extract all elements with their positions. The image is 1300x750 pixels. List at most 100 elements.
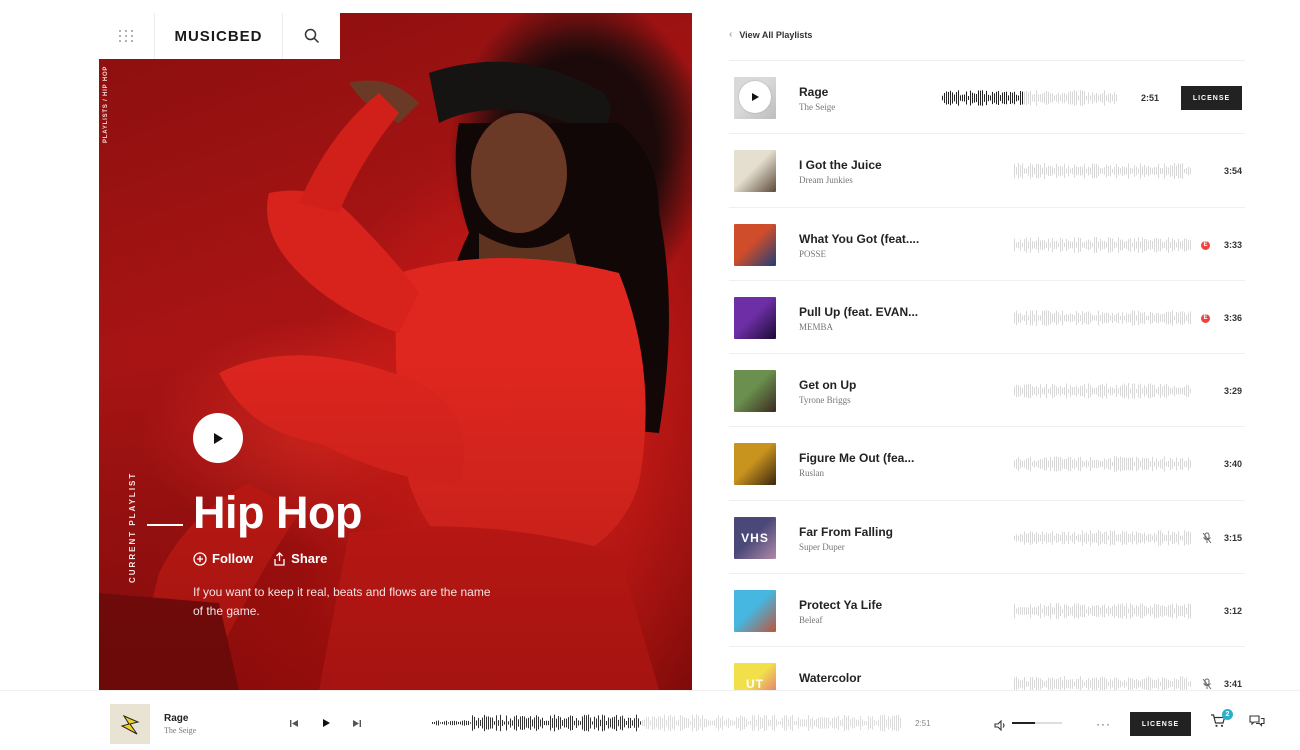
now-playing-title[interactable]: Rage (164, 713, 188, 724)
track-row[interactable]: Pull Up (feat. EVAN... MEMBA E 3:36 (729, 281, 1245, 355)
track-artist[interactable]: Beleaf (799, 615, 822, 625)
track-duration: 3:12 (1223, 606, 1242, 617)
play-icon (751, 93, 759, 101)
track-artist[interactable]: Ruslan (799, 468, 824, 478)
next-button[interactable] (350, 717, 364, 729)
track-art[interactable] (734, 77, 776, 119)
track-waveform[interactable] (1014, 381, 1192, 401)
view-all-playlists-link[interactable]: ‹ View All Playlists (729, 29, 812, 40)
track-art-text: UT (746, 677, 764, 690)
license-button[interactable]: LICENSE (1181, 86, 1242, 110)
play-button[interactable] (319, 717, 333, 729)
playlist-description: If you want to keep it real, beats and f… (193, 585, 491, 618)
play-icon (214, 432, 223, 444)
skip-back-icon (290, 719, 298, 727)
track-row[interactable]: UT Watercolor 3:41 (729, 647, 1245, 690)
track-waveform[interactable] (1014, 601, 1192, 621)
track-artist[interactable]: Dream Junkies (799, 175, 853, 185)
now-playing-artist[interactable]: The Seige (164, 726, 196, 735)
playlist-play-button[interactable] (193, 413, 243, 463)
track-art[interactable] (734, 590, 776, 633)
play-icon (322, 719, 330, 727)
volume-icon (994, 719, 1005, 732)
track-waveform[interactable] (1014, 674, 1192, 690)
track-duration: 3:36 (1223, 312, 1242, 323)
follow-label: Follow (212, 551, 254, 566)
track-art[interactable] (734, 443, 776, 486)
track-waveform[interactable] (942, 88, 1118, 108)
player-license-button[interactable]: LICENSE (1130, 712, 1191, 736)
volume-button[interactable] (994, 718, 1007, 736)
player-time: 2:51 (915, 719, 931, 728)
track-artist[interactable]: Tyrone Briggs (799, 395, 851, 405)
more-options-button[interactable]: ··· (1096, 717, 1111, 731)
track-duration: 3:41 (1223, 679, 1242, 690)
track-duration: 3:40 (1223, 459, 1242, 470)
track-artist[interactable]: The Seige (799, 102, 835, 112)
share-button[interactable]: Share (273, 551, 327, 566)
cart-count-badge: 2 (1222, 709, 1233, 720)
volume-slider[interactable] (1012, 722, 1062, 724)
track-list: Rage The Seige 2:51 LICENSE I Got the Juice D… (729, 61, 1245, 690)
logo[interactable]: MUSICBED (155, 13, 283, 59)
track-title[interactable]: Get on Up (799, 378, 856, 392)
track-row[interactable]: Figure Me Out (fea... Ruslan 3:40 (729, 427, 1245, 501)
share-label: Share (291, 551, 328, 566)
chat-icon (1249, 715, 1265, 727)
chevron-left-icon: ‹ (729, 29, 733, 40)
track-duration: 3:29 (1223, 386, 1242, 397)
follow-button[interactable]: Follow (193, 551, 253, 566)
track-play-button[interactable] (739, 81, 771, 113)
track-waveform[interactable] (1014, 161, 1192, 181)
vocals-off-icon (1202, 677, 1212, 690)
breadcrumb[interactable]: PLAYLISTS / HIP HOP (103, 66, 109, 143)
explicit-badge: E (1201, 313, 1210, 323)
track-title[interactable]: Rage (799, 85, 828, 99)
track-title[interactable]: I Got the Juice (799, 158, 882, 172)
track-title[interactable]: Protect Ya Life (799, 598, 882, 612)
track-art[interactable]: VHS (734, 516, 776, 559)
track-duration: 3:15 (1223, 532, 1242, 543)
track-artist[interactable]: Super Duper (799, 542, 845, 552)
track-row[interactable]: What You Got (feat.... POSSE E 3:33 (729, 208, 1245, 281)
app-root: PLAYLISTS / HIP HOP CURRENT PLAYLIST Hip… (0, 0, 1300, 750)
player-bar: Rage The Seige 2:51 ··· LICENSE 2 (0, 690, 1300, 750)
track-row[interactable]: Protect Ya Life Beleaf 3:12 (729, 574, 1245, 648)
explicit-badge: E (1201, 240, 1210, 250)
playlist-title: Hip Hop (193, 487, 362, 538)
track-art[interactable] (734, 150, 776, 193)
share-icon (274, 551, 285, 566)
track-row[interactable]: VHS Far From Falling Super Duper 3:15 (729, 501, 1245, 575)
now-playing-art[interactable] (110, 704, 150, 744)
grid-icon (119, 30, 134, 42)
track-waveform[interactable] (1014, 528, 1192, 548)
header-bar: MUSICBED (99, 13, 340, 59)
track-duration: 2:51 (1140, 93, 1159, 103)
menu-grid-button[interactable] (99, 13, 155, 59)
track-row[interactable]: Rage The Seige 2:51 LICENSE (729, 61, 1245, 135)
track-artist[interactable]: POSSE (799, 249, 826, 259)
track-title[interactable]: Watercolor (799, 671, 861, 685)
track-art[interactable]: UT (734, 663, 776, 690)
search-button[interactable] (283, 13, 340, 59)
track-waveform[interactable] (1014, 454, 1192, 474)
track-title[interactable]: Pull Up (feat. EVAN... (799, 305, 918, 319)
track-art[interactable] (734, 370, 776, 413)
track-row[interactable]: Get on Up Tyrone Briggs 3:29 (729, 354, 1245, 428)
chat-button[interactable] (1249, 715, 1265, 734)
track-art[interactable] (734, 223, 776, 266)
track-artist[interactable]: MEMBA (799, 322, 833, 332)
previous-button[interactable] (287, 717, 301, 729)
track-waveform[interactable] (1014, 308, 1192, 328)
track-waveform[interactable] (1014, 235, 1192, 255)
track-row[interactable]: I Got the Juice Dream Junkies 3:54 (729, 134, 1245, 208)
volume-level (1012, 722, 1035, 724)
track-art[interactable] (734, 296, 776, 339)
track-title[interactable]: What You Got (feat.... (799, 232, 919, 246)
player-waveform[interactable] (432, 713, 902, 733)
playlist-actions: Follow Share (193, 551, 327, 566)
track-title[interactable]: Far From Falling (799, 525, 893, 539)
title-accent-line (147, 524, 183, 526)
search-icon (304, 28, 319, 44)
track-title[interactable]: Figure Me Out (fea... (799, 451, 914, 465)
